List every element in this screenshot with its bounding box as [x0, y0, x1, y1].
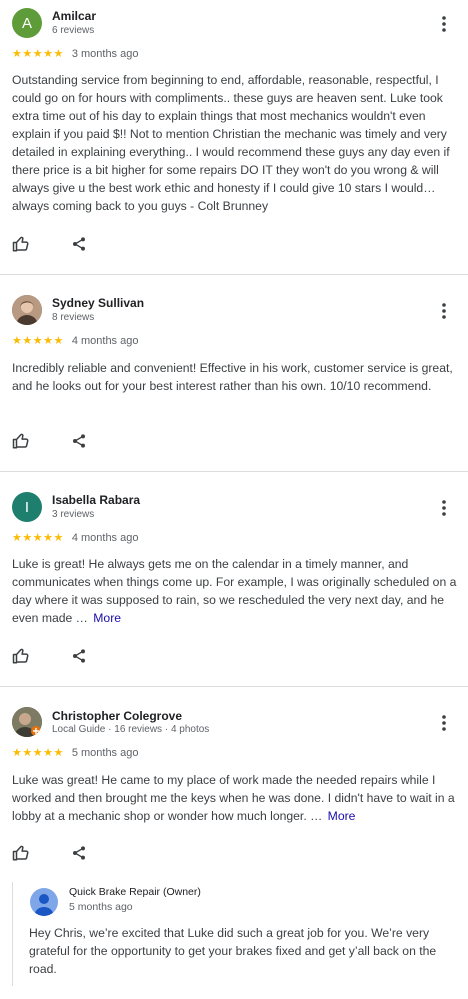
reviewer-name[interactable]: Sydney Sullivan — [52, 296, 144, 310]
reviewer-meta: 8 reviews — [52, 312, 95, 323]
share-icon — [73, 434, 85, 448]
review-card: Sydney Sullivan 8 reviews ★★★★★ 4 months… — [0, 275, 468, 471]
share-button[interactable] — [68, 233, 90, 255]
more-vert-icon — [442, 715, 446, 731]
thumbs-up-icon — [12, 648, 29, 664]
read-more-link[interactable]: More — [328, 809, 356, 823]
reviewer-name[interactable]: Isabella Rabara — [52, 493, 140, 507]
star-rating: ★★★★★ — [12, 48, 64, 60]
avatar-letter: A — [21, 14, 32, 32]
review-card: A Amilcar 6 reviews ★★★★★ 3 months ago O… — [0, 0, 468, 274]
star-rating: ★★★★★ — [12, 532, 64, 544]
more-options-button[interactable] — [434, 14, 454, 34]
reviewer-name[interactable]: Amilcar — [52, 9, 96, 23]
avatar[interactable]: A — [12, 8, 42, 38]
rating-row: ★★★★★ 4 months ago — [12, 334, 139, 348]
owner-avatar — [30, 888, 58, 916]
thumbs-up-icon — [12, 433, 29, 449]
like-button[interactable] — [10, 233, 32, 255]
share-button[interactable] — [68, 842, 90, 864]
review-date: 4 months ago — [71, 334, 139, 347]
star-rating: ★★★★★ — [12, 335, 64, 347]
reviewer-name[interactable]: Christopher Colegrove — [52, 709, 182, 723]
share-icon — [73, 237, 85, 251]
reviewer-meta: 3 reviews — [52, 509, 95, 520]
owner-reply-text: Hey Chris, we’re excited that Luke did s… — [29, 926, 437, 976]
profile-photo-icon — [12, 295, 42, 325]
thumbs-up-icon — [12, 845, 29, 861]
person-icon — [34, 894, 54, 916]
review-text: Luke is great! He always gets me on the … — [12, 557, 457, 625]
profile-photo-icon — [12, 707, 42, 737]
share-button[interactable] — [68, 645, 90, 667]
more-options-button[interactable] — [434, 301, 454, 321]
star-rating: ★★★★★ — [12, 747, 64, 759]
thumbs-up-icon — [12, 236, 29, 252]
share-button[interactable] — [68, 430, 90, 452]
owner-reply-date: 5 months ago — [69, 901, 133, 913]
avatar[interactable]: I — [12, 492, 42, 522]
more-vert-icon — [442, 16, 446, 32]
more-vert-icon — [442, 303, 446, 319]
like-button[interactable] — [10, 430, 32, 452]
review-text: Luke was great! He came to my place of w… — [12, 773, 455, 823]
review-date: 5 months ago — [71, 746, 139, 759]
read-more-link[interactable]: More — [93, 611, 121, 625]
review-text: Incredibly reliable and convenient! Effe… — [12, 361, 453, 393]
review-date: 4 months ago — [71, 531, 139, 544]
reviewer-meta: Local Guide · 16 reviews · 4 photos — [52, 724, 210, 735]
avatar-letter: I — [24, 498, 30, 516]
review-card: I Isabella Rabara 3 reviews ★★★★★ 4 mont… — [0, 472, 468, 686]
rating-row: ★★★★★ 3 months ago — [12, 47, 139, 61]
share-icon — [73, 649, 85, 663]
reviewer-meta: 6 reviews — [52, 25, 95, 36]
review-date: 3 months ago — [71, 47, 139, 60]
like-button[interactable] — [10, 645, 32, 667]
avatar[interactable] — [12, 707, 42, 737]
more-options-button[interactable] — [434, 498, 454, 518]
like-button[interactable] — [10, 842, 32, 864]
owner-reply: Quick Brake Repair (Owner) 5 months ago … — [12, 882, 468, 986]
more-vert-icon — [442, 500, 446, 516]
more-options-button[interactable] — [434, 713, 454, 733]
owner-name: Quick Brake Repair (Owner) — [69, 886, 201, 898]
review-card: Christopher Colegrove Local Guide · 16 r… — [0, 687, 468, 999]
rating-row: ★★★★★ 4 months ago — [12, 531, 139, 545]
review-text: Outstanding service from beginning to en… — [12, 73, 450, 213]
avatar[interactable] — [12, 295, 42, 325]
rating-row: ★★★★★ 5 months ago — [12, 746, 139, 760]
share-icon — [73, 846, 85, 860]
